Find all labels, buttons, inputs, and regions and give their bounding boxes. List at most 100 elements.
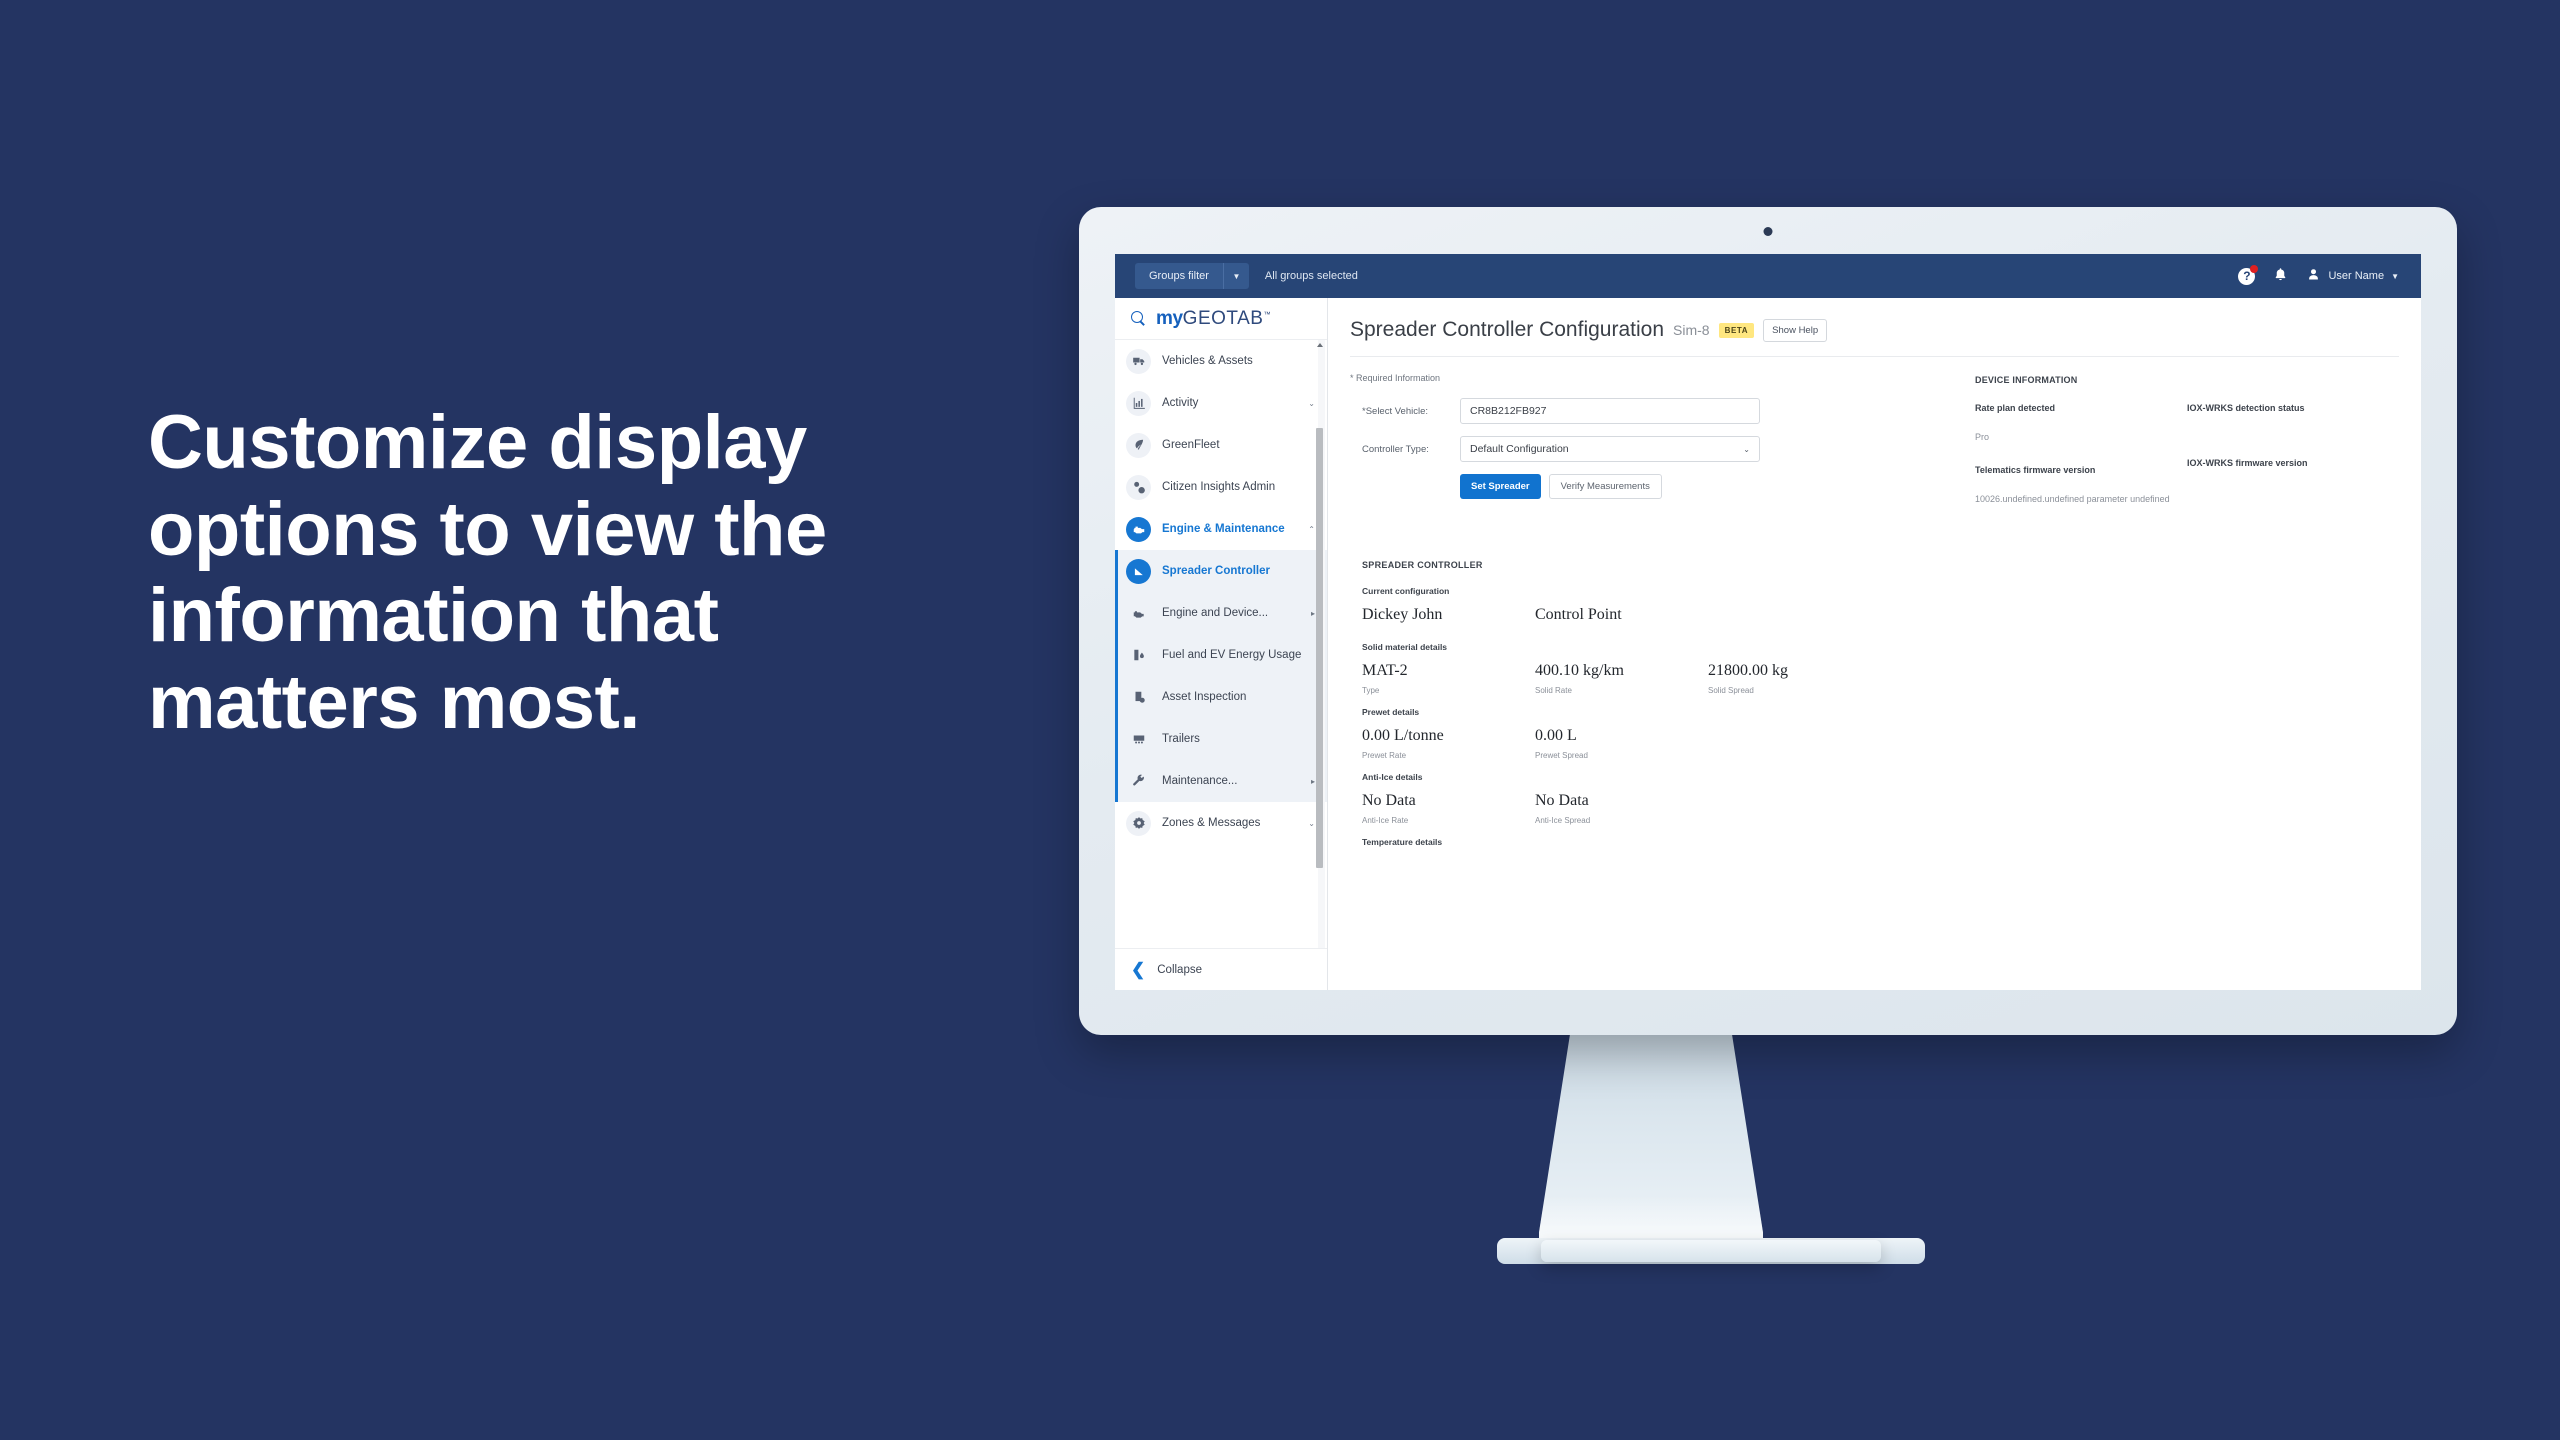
spreader-cell: Dickey John bbox=[1362, 605, 1535, 630]
chevron-down-icon: ⌄ bbox=[1743, 444, 1750, 454]
help-icon[interactable]: ? bbox=[2238, 264, 2259, 285]
sidebar-item-zones-messages[interactable]: Zones & Messages ⌄ bbox=[1115, 802, 1327, 844]
spreader-cell-label: Type bbox=[1362, 686, 1380, 695]
sidebar-item-fuel-ev-energy-usage[interactable]: Fuel and EV Energy Usage bbox=[1118, 634, 1327, 676]
page-header: Spreader Controller Configuration Sim-8 … bbox=[1350, 298, 2399, 342]
chart-icon bbox=[1126, 390, 1151, 416]
zones-icon bbox=[1126, 810, 1151, 836]
help-icon-glyph: ? bbox=[2243, 269, 2251, 283]
spreader-cell bbox=[1708, 791, 1881, 825]
chevron-down-icon[interactable]: ▼ bbox=[2391, 272, 2399, 281]
spreader-cell-value: 21800.00 kg bbox=[1708, 662, 1788, 679]
verify-measurements-button[interactable]: Verify Measurements bbox=[1548, 474, 1662, 499]
monitor-neck bbox=[1539, 1032, 1763, 1250]
clipboard-check-icon bbox=[1126, 685, 1151, 710]
app-body: myGEOTAB™ Vehicles & Assets Activity ⌄ G… bbox=[1115, 298, 2421, 990]
bell-icon[interactable] bbox=[2273, 267, 2288, 285]
sidebar-item-maintenance[interactable]: Maintenance... ▸ bbox=[1118, 760, 1327, 802]
collapse-sidebar-button[interactable]: ❮ Collapse bbox=[1115, 948, 1327, 990]
required-note: * Required Information bbox=[1350, 373, 1441, 383]
spreader-cell-label: Anti-Ice Rate bbox=[1362, 816, 1409, 825]
sidebar-scrollbar-track[interactable] bbox=[1316, 340, 1325, 948]
controller-type-label: Controller Type: bbox=[1362, 443, 1429, 455]
config-form: * Required Information *Select Vehicle: … bbox=[1350, 373, 1935, 526]
sidebar: myGEOTAB™ Vehicles & Assets Activity ⌄ G… bbox=[1115, 298, 1328, 990]
device-information-grid: Rate plan detected Pro Telematics firmwa… bbox=[1975, 403, 2399, 526]
sidebar-item-engine-maintenance[interactable]: Engine & Maintenance ⌃ bbox=[1115, 508, 1327, 550]
page-title: Customize display options to view the in… bbox=[148, 400, 1008, 747]
status-badge: BETA bbox=[1718, 322, 1755, 338]
sidebar-item-citizen-insights-admin[interactable]: Citizen Insights Admin bbox=[1115, 466, 1327, 508]
device-info-value: Pro bbox=[1975, 432, 1990, 442]
app-header-actions: ? User Name ▼ bbox=[2238, 264, 2421, 285]
chevron-right-icon[interactable]: ▸ bbox=[1311, 777, 1315, 786]
spreader-group-title: Current configuration bbox=[1362, 586, 1450, 596]
show-help-button[interactable]: Show Help bbox=[1763, 318, 1828, 342]
search-icon[interactable] bbox=[1131, 311, 1146, 326]
groups-filter-control[interactable]: Groups filter ▼ bbox=[1135, 263, 1249, 289]
monitor-base bbox=[1541, 1240, 1881, 1262]
sidebar-item-label: Engine and Device... bbox=[1162, 607, 1269, 619]
device-info-column-right: IOX-WRKS detection status IOX-WRKS firmw… bbox=[2187, 403, 2399, 526]
spreader-group-values: No Data Anti-Ice Rate No Data Anti-Ice S… bbox=[1362, 791, 2399, 825]
headline-line-1: Customize display bbox=[148, 400, 807, 485]
app-header: Groups filter ▼ All groups selected ? Us… bbox=[1115, 254, 2421, 298]
spreader-group: Anti-Ice details No Data Anti-Ice Rate N… bbox=[1362, 772, 2399, 825]
main-content: Spreader Controller Configuration Sim-8 … bbox=[1328, 298, 2421, 990]
vehicle-field-row: *Select Vehicle: bbox=[1350, 398, 1935, 424]
sidebar-item-label: Asset Inspection bbox=[1162, 691, 1247, 703]
spreader-cell-value: No Data bbox=[1535, 792, 1589, 809]
user-menu[interactable]: User Name ▼ bbox=[2306, 267, 2399, 285]
controller-type-select[interactable]: Default Configuration ⌄ bbox=[1460, 436, 1760, 462]
truck-icon bbox=[1126, 348, 1151, 374]
spreader-cell: No Data Anti-Ice Spread bbox=[1535, 791, 1708, 825]
chevron-down-icon[interactable]: ▼ bbox=[1222, 263, 1249, 289]
engine-icon bbox=[1126, 516, 1151, 542]
engine-block-icon bbox=[1126, 601, 1151, 626]
screen: Groups filter ▼ All groups selected ? Us… bbox=[1115, 254, 2421, 990]
controller-type-row: Controller Type: Default Configuration ⌄ bbox=[1350, 436, 1935, 462]
recycle-icon bbox=[1126, 474, 1151, 500]
scroll-up-icon[interactable] bbox=[1316, 343, 1323, 347]
chevron-left-icon: ❮ bbox=[1131, 960, 1146, 979]
device-information-caption: DEVICE INFORMATION bbox=[1975, 375, 2078, 385]
sidebar-scrollbar-thumb[interactable] bbox=[1316, 428, 1323, 868]
spreader-cell-value: No Data bbox=[1362, 792, 1416, 809]
vehicle-select-input[interactable] bbox=[1460, 398, 1760, 424]
device-information-panel: DEVICE INFORMATION Rate plan detected Pr… bbox=[1935, 373, 2399, 526]
spreader-group: Current configuration Dickey John Contro… bbox=[1362, 586, 2399, 630]
config-form-area: * Required Information *Select Vehicle: … bbox=[1350, 373, 2399, 526]
sidebar-item-asset-inspection[interactable]: Asset Inspection bbox=[1118, 676, 1327, 718]
sidebar-item-label: Citizen Insights Admin bbox=[1162, 481, 1276, 493]
sidebar-item-trailers[interactable]: Trailers bbox=[1118, 718, 1327, 760]
chevron-down-icon[interactable]: ⌄ bbox=[1308, 399, 1315, 408]
leaf-icon bbox=[1126, 432, 1151, 458]
spreader-cell-label: Prewet Spread bbox=[1535, 751, 1588, 760]
sidebar-item-activity[interactable]: Activity ⌄ bbox=[1115, 382, 1327, 424]
chevron-up-icon[interactable]: ⌃ bbox=[1308, 525, 1315, 534]
spreader-cell-value: 0.00 L/tonne bbox=[1362, 727, 1444, 744]
set-spreader-button[interactable]: Set Spreader bbox=[1460, 474, 1541, 499]
logo-my: my bbox=[1156, 308, 1183, 329]
collapse-label: Collapse bbox=[1157, 963, 1202, 976]
chevron-right-icon[interactable]: ▸ bbox=[1311, 609, 1315, 618]
spreader-group-title: Solid material details bbox=[1362, 642, 1448, 652]
headline-line-4: matters most. bbox=[148, 659, 640, 745]
spreader-cell: Control Point bbox=[1535, 605, 1708, 630]
sidebar-subgroup-engine-maintenance: Spreader Controller Engine and Device...… bbox=[1115, 550, 1327, 802]
form-actions: Set Spreader Verify Measurements bbox=[1460, 474, 1935, 499]
sidebar-item-greenfleet[interactable]: GreenFleet bbox=[1115, 424, 1327, 466]
sidebar-item-label: Zones & Messages bbox=[1162, 817, 1261, 829]
spreader-cell: 0.00 L Prewet Spread bbox=[1535, 726, 1708, 760]
sidebar-item-vehicles-assets[interactable]: Vehicles & Assets bbox=[1115, 340, 1327, 382]
spreader-controller-panel: SPREADER CONTROLLER Current configuratio… bbox=[1350, 560, 2399, 847]
sidebar-item-label: Trailers bbox=[1162, 733, 1200, 745]
divider bbox=[1350, 356, 2399, 357]
sidebar-item-label: Spreader Controller bbox=[1162, 565, 1270, 577]
spreader-group-title: Prewet details bbox=[1362, 707, 1420, 717]
spreader-cell: 0.00 L/tonne Prewet Rate bbox=[1362, 726, 1535, 760]
sidebar-item-spreader-controller[interactable]: Spreader Controller bbox=[1118, 550, 1327, 592]
sidebar-item-engine-and-device[interactable]: Engine and Device... ▸ bbox=[1118, 592, 1327, 634]
chevron-down-icon[interactable]: ⌄ bbox=[1308, 819, 1315, 828]
brand-logo[interactable]: myGEOTAB™ bbox=[1115, 298, 1327, 340]
